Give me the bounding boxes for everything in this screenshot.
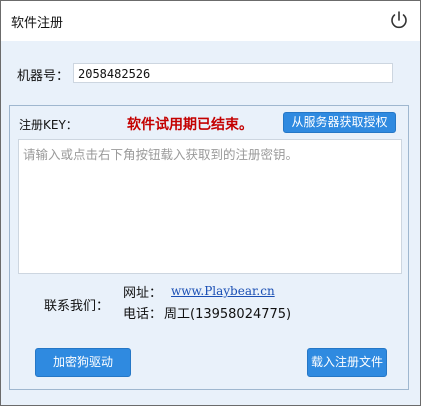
registration-key-input[interactable]: 请输入或点击右下角按钮载入获取到的注册密钥。: [18, 139, 402, 274]
machine-id-field[interactable]: 2058482526: [73, 63, 393, 83]
machine-row: 机器号： 2058482526: [1, 41, 420, 101]
power-icon[interactable]: [388, 9, 410, 31]
window-title: 软件注册: [11, 16, 64, 31]
trial-expired-message: 软件试用期已结束。: [127, 117, 253, 133]
dongle-driver-button[interactable]: 加密狗驱动: [35, 348, 131, 377]
get-license-from-server-button[interactable]: 从服务器获取授权: [283, 112, 396, 133]
title-bar: 软件注册: [1, 1, 420, 41]
website-label: 网址：: [123, 286, 163, 301]
load-registration-file-button[interactable]: 载入注册文件: [307, 348, 387, 377]
contact-label: 联系我们：: [44, 299, 110, 314]
registration-panel: 注册KEY： 软件试用期已结束。 从服务器获取授权 请输入或点击右下角按钮载入获…: [9, 105, 409, 390]
machine-label: 机器号：: [17, 69, 70, 84]
registration-window: 软件注册 机器号： 2058482526 注册KEY： 软件试用期已结束。 从服…: [0, 0, 421, 406]
key-label: 注册KEY：: [19, 118, 78, 132]
phone-label: 电话：: [123, 307, 163, 322]
website-link[interactable]: www.Playbear.cn: [171, 284, 275, 298]
phone-value: 周工(13958024775): [164, 307, 292, 322]
